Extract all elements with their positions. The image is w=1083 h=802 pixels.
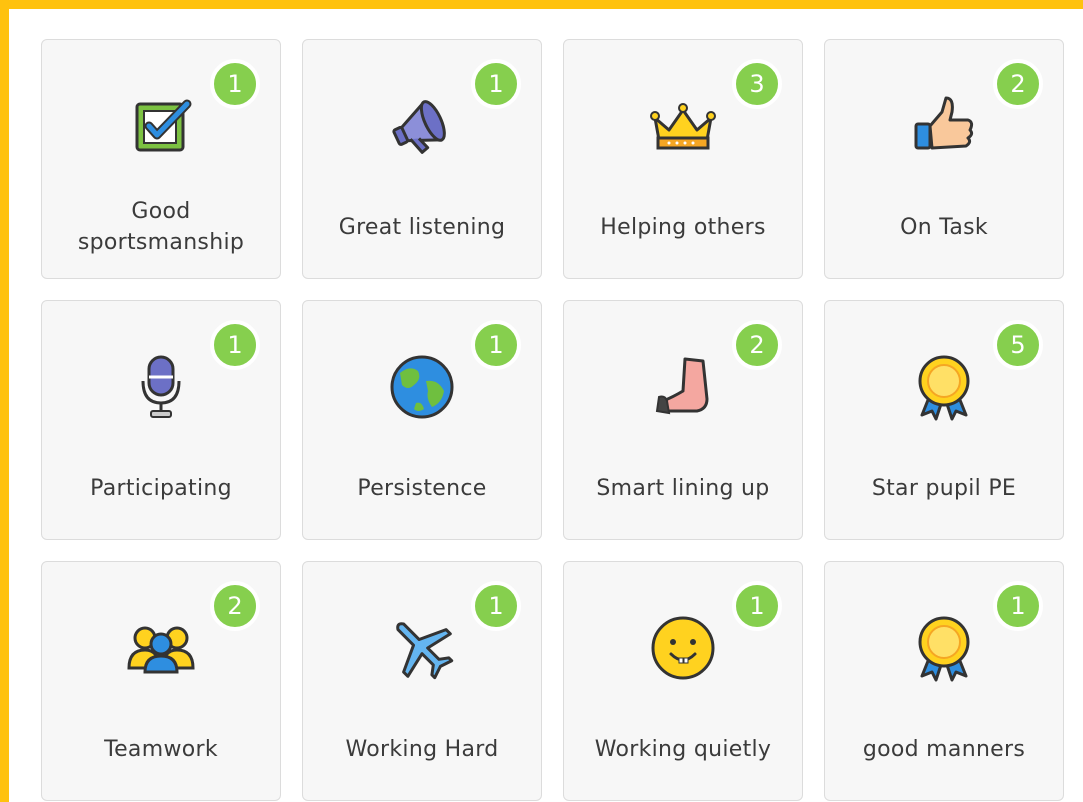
top-border-frame bbox=[0, 0, 1083, 9]
skill-label: Star pupil PE bbox=[871, 475, 1017, 501]
skill-card-working-quietly[interactable]: 1 Working quietly bbox=[563, 561, 803, 801]
skill-card-good-sportsmanship[interactable]: 1 Good sportsmanship bbox=[41, 39, 281, 279]
smiley-icon bbox=[647, 612, 719, 684]
points-badge: 1 bbox=[471, 320, 521, 370]
skill-label: On Task bbox=[900, 214, 988, 240]
left-border-frame bbox=[0, 0, 9, 802]
globe-icon bbox=[386, 351, 458, 423]
skill-card-teamwork[interactable]: 2 Teamwork bbox=[41, 561, 281, 801]
points-badge: 1 bbox=[471, 59, 521, 109]
skill-label: Helping others bbox=[600, 214, 766, 240]
skill-label: Great listening bbox=[338, 214, 506, 240]
award-ribbon-icon bbox=[908, 612, 980, 684]
airplane-icon bbox=[386, 612, 458, 684]
points-badge: 1 bbox=[993, 581, 1043, 631]
skill-label: Working quietly bbox=[594, 736, 772, 762]
award-ribbon-icon bbox=[908, 351, 980, 423]
skill-card-good-manners[interactable]: 1 good manners bbox=[824, 561, 1064, 801]
skill-label: Teamwork bbox=[104, 736, 218, 762]
points-badge: 1 bbox=[210, 320, 260, 370]
skill-label: Good sportsmanship bbox=[77, 199, 245, 255]
skill-card-great-listening[interactable]: 1 Great listening bbox=[302, 39, 542, 279]
thumbs-up-icon bbox=[908, 90, 980, 162]
skill-card-working-hard[interactable]: 1 Working Hard bbox=[302, 561, 542, 801]
points-badge: 2 bbox=[210, 581, 260, 631]
points-badge: 1 bbox=[210, 59, 260, 109]
points-badge: 1 bbox=[732, 581, 782, 631]
skill-label: Persistence bbox=[357, 475, 487, 501]
skill-card-participating[interactable]: 1 Participating bbox=[41, 300, 281, 540]
points-badge: 2 bbox=[993, 59, 1043, 109]
team-icon bbox=[125, 612, 197, 684]
points-badge: 2 bbox=[732, 320, 782, 370]
skill-card-helping-others[interactable]: 3 Helping others bbox=[563, 39, 803, 279]
skill-card-on-task[interactable]: 2 On Task bbox=[824, 39, 1064, 279]
checkbox-icon bbox=[125, 90, 197, 162]
skill-label: Working Hard bbox=[345, 736, 499, 762]
skill-card-persistence[interactable]: 1 Persistence bbox=[302, 300, 542, 540]
skill-label: Participating bbox=[90, 475, 232, 501]
points-badge: 3 bbox=[732, 59, 782, 109]
crown-icon bbox=[647, 90, 719, 162]
microphone-icon bbox=[125, 351, 197, 423]
foot-icon bbox=[647, 351, 719, 423]
skill-card-star-pupil-pe[interactable]: 5 Star pupil PE bbox=[824, 300, 1064, 540]
skill-card-smart-lining-up[interactable]: 2 Smart lining up bbox=[563, 300, 803, 540]
skill-label: Smart lining up bbox=[596, 475, 770, 501]
points-badge: 1 bbox=[471, 581, 521, 631]
skill-label: good manners bbox=[862, 736, 1026, 762]
behavior-skills-grid: 1 Good sportsmanship 1 Great listening 3… bbox=[41, 39, 1064, 801]
megaphone-icon bbox=[386, 90, 458, 162]
points-badge: 5 bbox=[993, 320, 1043, 370]
